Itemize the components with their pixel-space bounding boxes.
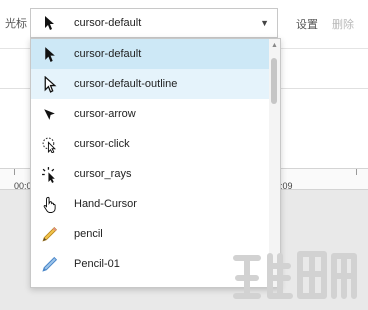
- option-label: Pencil-01: [74, 258, 120, 270]
- partial-cursor-icon: [41, 286, 58, 288]
- chevron-down-icon[interactable]: ▼: [260, 18, 269, 28]
- dropdown-option-cursor-rays[interactable]: cursor_rays: [31, 159, 269, 189]
- scrollbar-thumb[interactable]: [271, 58, 277, 104]
- dropdown-option-hand-cursor[interactable]: Hand-Cursor: [31, 189, 269, 219]
- option-label: pencil: [74, 228, 103, 240]
- scroll-up-icon[interactable]: ▲: [271, 42, 278, 49]
- cursor-label: 光标: [5, 18, 27, 30]
- small-arrow-cursor-icon: [44, 109, 55, 120]
- timeline-tick: [356, 169, 357, 175]
- dropdown-option-cursor-click[interactable]: cursor-click: [31, 129, 269, 159]
- settings-button[interactable]: 设置: [296, 16, 318, 32]
- dropdown-option-pencil[interactable]: pencil: [31, 219, 269, 249]
- cursor-select-value: cursor-default: [74, 17, 142, 29]
- arrow-outline-cursor-icon: [44, 76, 57, 93]
- option-label: cursor-default: [74, 48, 142, 60]
- arrow-cursor-icon: [45, 47, 55, 62]
- rays-cursor-icon: [42, 167, 55, 183]
- option-label: Hand-Cursor: [74, 198, 137, 210]
- dropdown-option-cursor-arrow[interactable]: cursor-arrow: [31, 99, 269, 129]
- timeline-tick: [14, 169, 15, 175]
- option-label: cursor-arrow: [74, 108, 136, 120]
- option-label: cursor_rays: [74, 168, 132, 180]
- blue-pencil-icon: [42, 256, 58, 272]
- arrow-cursor-icon: [45, 16, 54, 30]
- hand-cursor-icon: [43, 196, 56, 213]
- option-label: cursor-default-outline: [74, 78, 178, 90]
- dropdown-option-cursor-default-outline[interactable]: cursor-default-outline: [31, 69, 269, 99]
- click-cursor-icon: [42, 137, 56, 153]
- watermark-logo: [230, 248, 360, 304]
- pencil-icon: [42, 226, 58, 242]
- cursor-select[interactable]: cursor-default ▼: [30, 8, 278, 38]
- delete-button[interactable]: 删除: [332, 16, 354, 32]
- option-label: cursor-click: [74, 138, 130, 150]
- dropdown-option-cursor-default[interactable]: cursor-default: [31, 39, 269, 69]
